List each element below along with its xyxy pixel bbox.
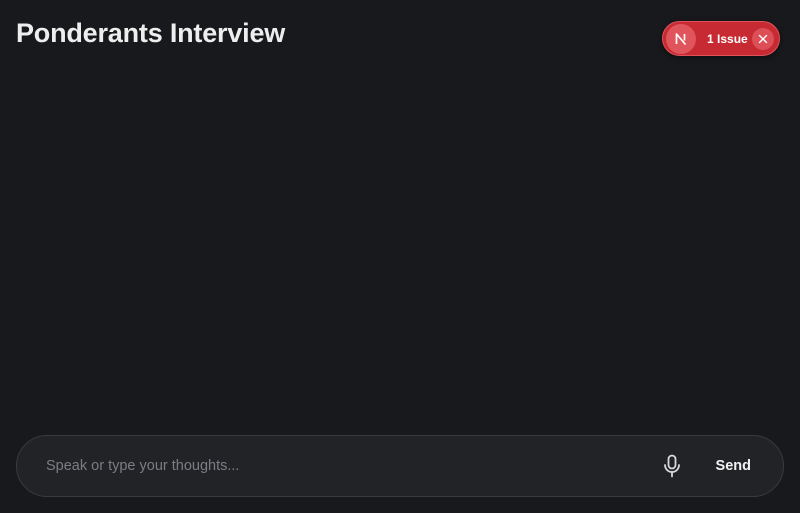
- send-button[interactable]: Send: [700, 446, 767, 486]
- page-title: Ponderants Interview: [16, 18, 286, 48]
- microphone-icon: [663, 454, 680, 478]
- app-page: Ponderants Interview 1 Issue Send: [0, 0, 800, 513]
- nextjs-logo-glyph: [675, 32, 687, 45]
- close-glyph: [758, 34, 768, 43]
- message-composer: Send: [16, 435, 784, 497]
- close-icon[interactable]: [752, 27, 774, 50]
- microphone-button[interactable]: [652, 446, 692, 486]
- thoughts-input[interactable]: [46, 446, 652, 486]
- nextjs-logo-icon[interactable]: [666, 23, 696, 54]
- issue-count-label[interactable]: 1 Issue: [707, 32, 752, 46]
- issue-badge[interactable]: 1 Issue: [662, 21, 780, 56]
